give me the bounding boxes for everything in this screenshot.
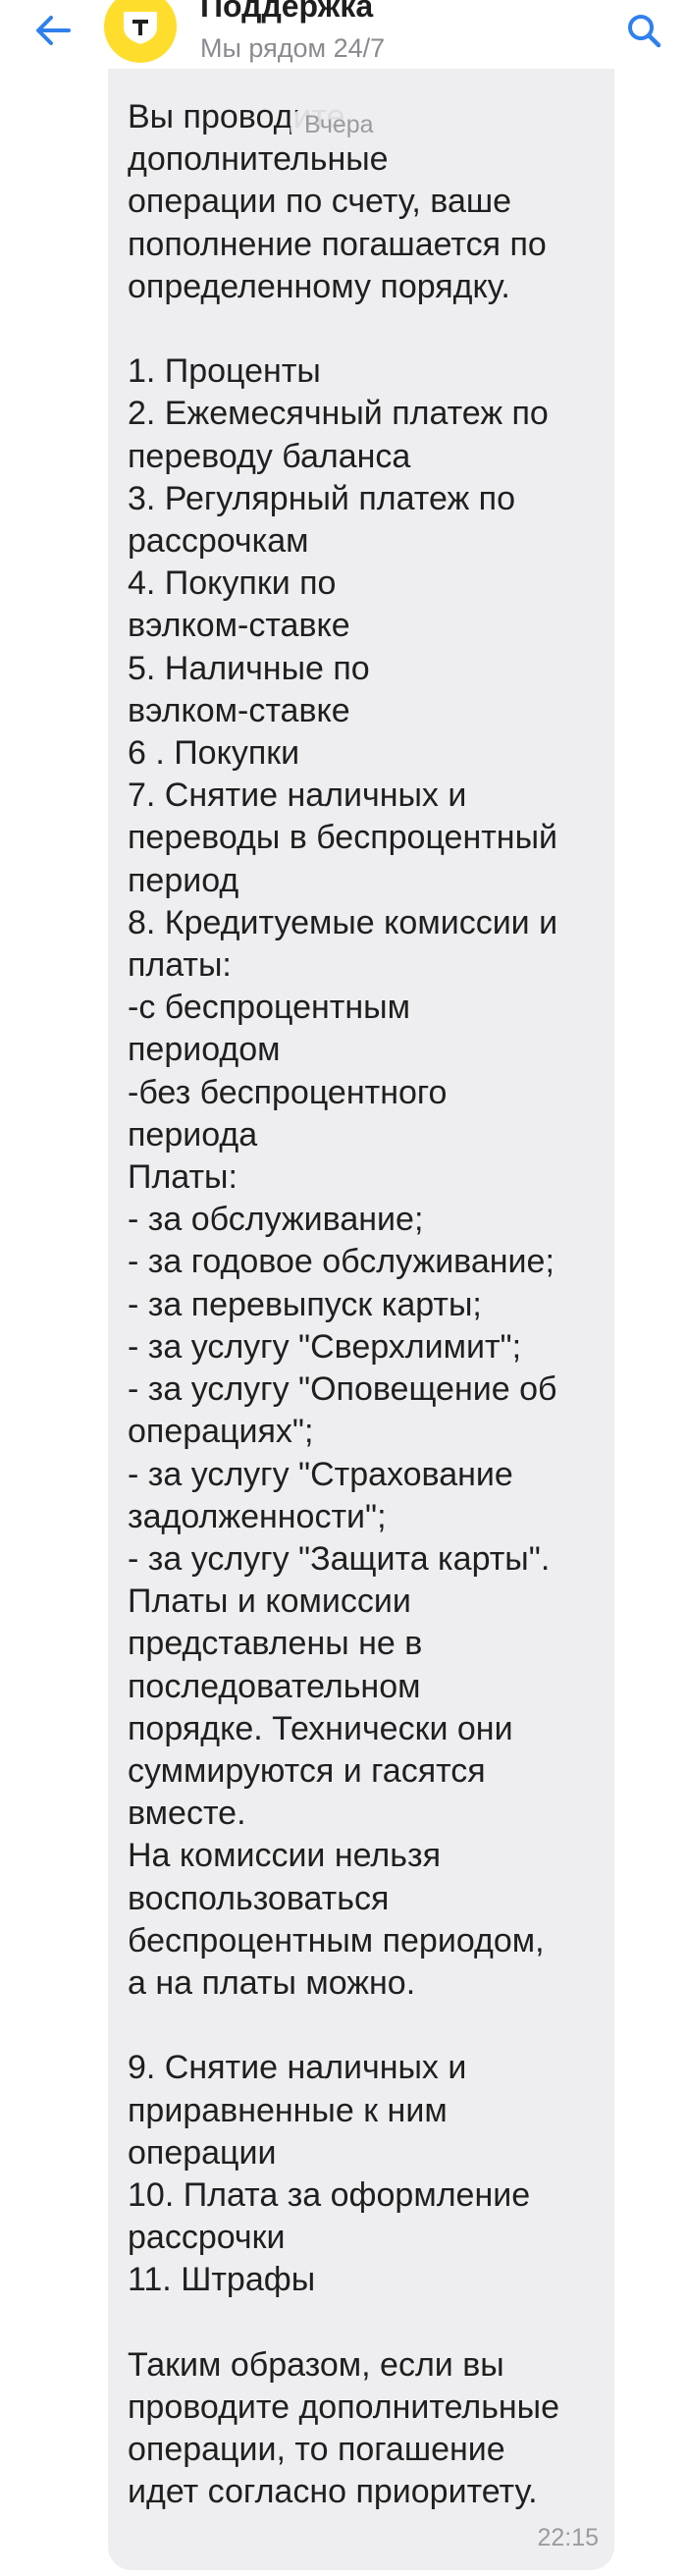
date-chip: Вчера: [291, 108, 388, 144]
search-icon: [628, 15, 661, 48]
chat-subtitle: Мы рядом 24/7: [200, 33, 386, 63]
arrow-left-icon: [36, 16, 71, 45]
search-button[interactable]: [616, 6, 671, 55]
tinkoff-shield-logo: [124, 12, 157, 44]
message-bubble[interactable]: Вы проводите дополнительные операции по …: [108, 39, 614, 2570]
chat-screen: Вы проводите дополнительные операции по …: [0, 0, 687, 2576]
avatar[interactable]: [104, 0, 177, 63]
chat-header: Поддержка Мы рядом 24/7: [0, 0, 687, 69]
back-button[interactable]: [27, 8, 79, 53]
message-text: Вы проводите дополнительные операции по …: [128, 98, 560, 2511]
chat-title: Поддержка: [200, 0, 374, 24]
message-time: 22:15: [537, 2524, 599, 2551]
